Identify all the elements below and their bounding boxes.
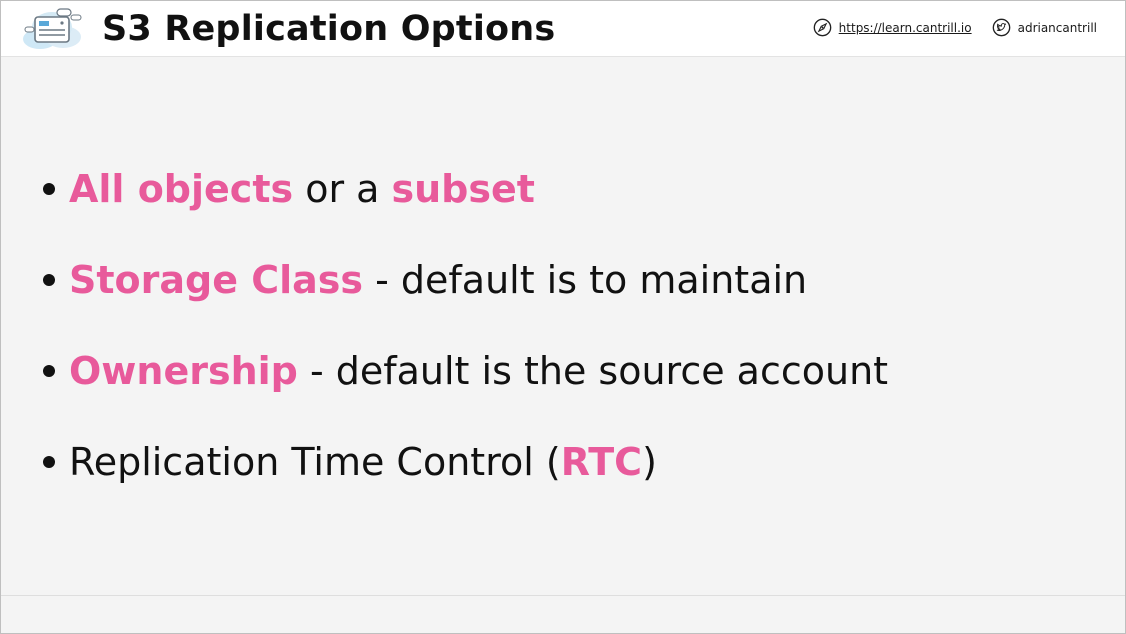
bullet-highlight: Storage Class xyxy=(69,258,364,302)
bullet-highlight: All objects xyxy=(69,167,294,211)
footer-divider xyxy=(1,595,1125,596)
bullet-dot xyxy=(43,274,55,286)
slide: S3 Replication Options https://learn.can… xyxy=(0,0,1126,634)
bullet-text: - default is the source account xyxy=(297,349,889,393)
bullet-highlight-2: subset xyxy=(391,167,535,211)
bullet-item-storage-class: Storage Class - default is to maintain xyxy=(43,253,888,307)
header-links: https://learn.cantrill.io adriancantrill xyxy=(813,18,1097,37)
header-bar: S3 Replication Options https://learn.can… xyxy=(1,1,1125,57)
bullet-text: or a xyxy=(293,167,392,211)
bullet-item-ownership: Ownership - default is the source accoun… xyxy=(43,344,888,398)
bullet-list: All objects or a subset Storage Class - … xyxy=(43,162,888,526)
bullet-text: Replication Time Control ( xyxy=(69,440,561,484)
bullet-highlight: RTC xyxy=(560,440,643,484)
bullet-suffix: ) xyxy=(642,440,657,484)
twitter-link-item[interactable]: adriancantrill xyxy=(992,18,1097,37)
bullet-item-rtc: Replication Time Control (RTC) xyxy=(43,435,888,489)
bullet-dot xyxy=(43,365,55,377)
cloud-server-logo xyxy=(23,8,82,49)
bullet-highlight: Ownership xyxy=(69,349,298,393)
bullet-dot xyxy=(43,183,55,195)
bullet-text: - default is to maintain xyxy=(363,258,808,302)
website-link[interactable]: https://learn.cantrill.io xyxy=(839,21,972,35)
twitter-bird-icon xyxy=(992,18,1010,37)
bullet-dot xyxy=(43,456,55,468)
bullet-item-objects: All objects or a subset xyxy=(43,162,888,216)
page-title: S3 Replication Options xyxy=(102,9,556,49)
compass-icon xyxy=(813,18,832,37)
twitter-handle[interactable]: adriancantrill xyxy=(1018,21,1097,35)
website-link-item[interactable]: https://learn.cantrill.io xyxy=(813,18,972,37)
